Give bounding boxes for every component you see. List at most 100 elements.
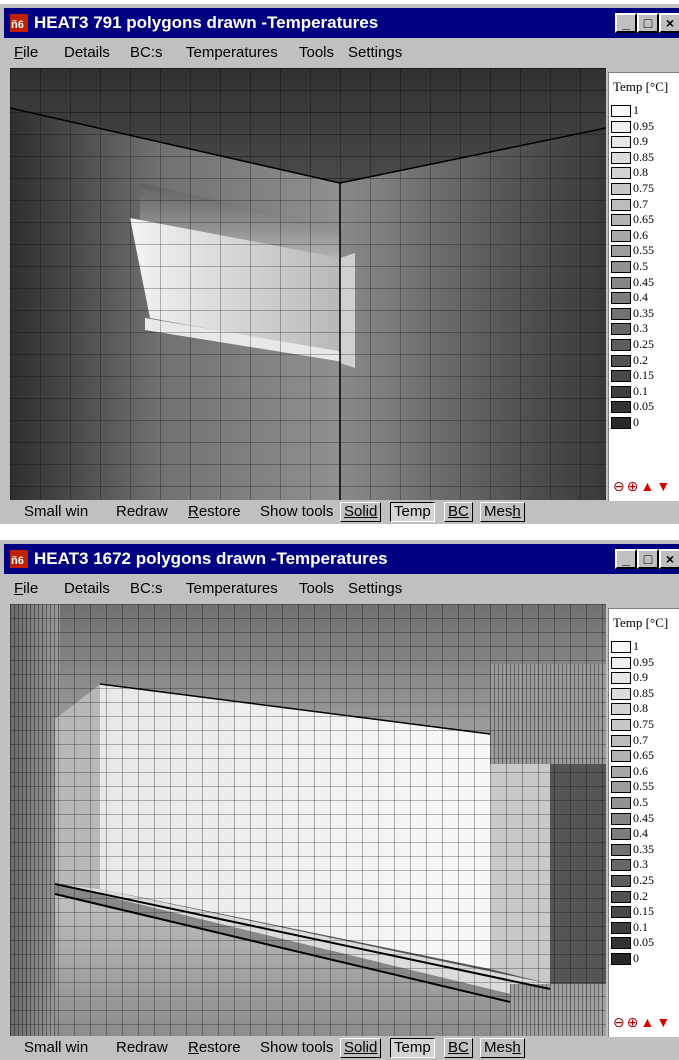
close-button[interactable]: × xyxy=(659,13,679,33)
title-bar[interactable]: ñ6 HEAT3 1672 polygons drawn -Temperatur… xyxy=(4,544,679,574)
title-bar[interactable]: ñ6 HEAT3 791 polygons drawn -Temperature… xyxy=(4,8,679,38)
mesh-label: Mes xyxy=(484,1039,513,1056)
close-icon: × xyxy=(665,551,675,567)
arrow-up-icon[interactable]: ▲ xyxy=(640,478,654,494)
mesh-accel: h xyxy=(512,1039,521,1056)
menu-file[interactable]: File xyxy=(14,576,38,602)
temperature-render-1 xyxy=(10,68,606,500)
arrow-up-icon[interactable]: ▲ xyxy=(640,1014,654,1030)
menu-bcs[interactable]: BC:s xyxy=(130,40,163,66)
menu-settings[interactable]: Settings xyxy=(348,40,402,66)
bottom-toolbar: Small win Redraw Restore Show tools Soli… xyxy=(4,1037,679,1059)
menu-tools[interactable]: Tools xyxy=(299,40,334,66)
legend-tools: ⊖ ⊕ ▲ ▼ xyxy=(613,1014,672,1031)
temp-toggle[interactable]: Temp xyxy=(390,1038,435,1058)
mesh-toggle[interactable]: Mesh xyxy=(480,1038,525,1058)
legend-value: 0.25 xyxy=(633,873,654,887)
legend-swatch xyxy=(611,183,631,195)
menu-temperatures[interactable]: Temperatures xyxy=(186,40,278,66)
bc-toggle[interactable]: BC xyxy=(444,502,473,522)
legend-value: 0.2 xyxy=(633,352,648,367)
maximize-button[interactable]: □ xyxy=(637,13,659,33)
legend-value: 0.8 xyxy=(633,165,648,180)
legend-value: 0.55 xyxy=(633,243,654,258)
legend-value: 0.8 xyxy=(633,701,648,716)
restore-button[interactable]: Restore xyxy=(188,1037,241,1059)
legend-value: 0.75 xyxy=(633,717,654,731)
legend-swatch xyxy=(611,875,631,887)
restore-button[interactable]: Restore xyxy=(188,501,241,523)
maximize-button[interactable]: □ xyxy=(637,549,659,569)
legend-value: 0.85 xyxy=(633,685,654,700)
temperature-legend: Temp [°C] 1 0.95 0.9 0.85 0.8 0.75 0.7 0.65 0.6 0… xyxy=(608,608,679,1037)
menu-settings[interactable]: Settings xyxy=(348,576,402,602)
legend-tools: ⊖ ⊕ ▲ ▼ xyxy=(613,478,672,495)
legend-swatch xyxy=(611,953,631,965)
temperature-render-2 xyxy=(10,604,606,1036)
legend-value: 1 xyxy=(633,103,639,117)
legend-swatch xyxy=(611,385,631,398)
mesh-toggle[interactable]: Mesh xyxy=(480,502,525,522)
legend-value: 0.55 xyxy=(633,779,654,794)
menu-tools[interactable]: Tools xyxy=(299,576,334,602)
redraw-button[interactable]: Redraw xyxy=(116,501,168,523)
legend-swatch xyxy=(611,797,631,809)
zoom-in-icon[interactable]: ⊕ xyxy=(627,1014,639,1030)
legend-value: 1 xyxy=(633,639,639,653)
legend-value: 0.65 xyxy=(633,748,654,763)
legend-swatch xyxy=(611,859,631,872)
bc-toggle[interactable]: BC xyxy=(444,1038,473,1058)
legend-swatch xyxy=(611,703,631,716)
heat3-window-1: ñ6 HEAT3 791 polygons drawn -Temperature… xyxy=(0,4,679,524)
menu-details[interactable]: Details xyxy=(64,576,110,602)
legend-swatch xyxy=(611,151,631,164)
arrow-down-icon[interactable]: ▼ xyxy=(656,1014,670,1030)
3d-viewport[interactable] xyxy=(10,604,606,1036)
legend-swatch xyxy=(611,641,631,653)
legend-swatch xyxy=(611,781,631,794)
small-win-button[interactable]: Small win xyxy=(24,501,88,523)
mesh-label: Mes xyxy=(484,503,513,520)
window-title: HEAT3 791 polygons drawn -Temperatures xyxy=(34,13,379,32)
show-tools-button[interactable]: Show tools xyxy=(260,501,333,523)
legend-swatch xyxy=(611,354,631,367)
legend-swatch xyxy=(611,105,631,117)
legend-swatch xyxy=(611,229,631,242)
legend-swatch xyxy=(611,656,631,669)
legend-value: 0.35 xyxy=(633,841,654,856)
minimize-button[interactable]: _ xyxy=(615,549,637,569)
3d-viewport[interactable] xyxy=(10,68,606,500)
temp-toggle[interactable]: Temp xyxy=(390,502,435,522)
legend-swatch xyxy=(611,417,631,429)
zoom-in-icon[interactable]: ⊕ xyxy=(627,478,639,494)
legend-swatch xyxy=(611,245,631,258)
redraw-button[interactable]: Redraw xyxy=(116,1037,168,1059)
menu-details[interactable]: Details xyxy=(64,40,110,66)
arrow-down-icon[interactable]: ▼ xyxy=(656,478,670,494)
legend-value: 0 xyxy=(633,415,639,429)
legend-swatch xyxy=(611,370,631,383)
legend-value: 0.25 xyxy=(633,337,654,351)
legend-value: 0.05 xyxy=(633,935,654,950)
solid-toggle[interactable]: Solid xyxy=(340,502,382,522)
menu-file[interactable]: File xyxy=(14,40,38,66)
legend-swatch xyxy=(611,167,631,180)
menu-bcs[interactable]: BC:s xyxy=(130,576,163,602)
close-button[interactable]: × xyxy=(659,549,679,569)
legend-title: Temp [°C] xyxy=(613,615,669,630)
legend-swatch xyxy=(611,307,631,320)
zoom-out-icon[interactable]: ⊖ xyxy=(613,478,625,494)
legend-value: 0.85 xyxy=(633,149,654,164)
show-tools-button[interactable]: Show tools xyxy=(260,1037,333,1059)
app-icon[interactable]: ñ6 xyxy=(10,14,28,32)
app-icon[interactable]: ñ6 xyxy=(10,550,28,568)
legend-value: 0 xyxy=(633,951,639,965)
menu-temperatures[interactable]: Temperatures xyxy=(186,576,278,602)
legend-swatch xyxy=(611,719,631,731)
legend-swatch xyxy=(611,136,631,149)
heat3-window-2: ñ6 HEAT3 1672 polygons drawn -Temperatur… xyxy=(0,540,679,1060)
minimize-button[interactable]: _ xyxy=(615,13,637,33)
solid-toggle[interactable]: Solid xyxy=(340,1038,382,1058)
small-win-button[interactable]: Small win xyxy=(24,1037,88,1059)
zoom-out-icon[interactable]: ⊖ xyxy=(613,1014,625,1030)
